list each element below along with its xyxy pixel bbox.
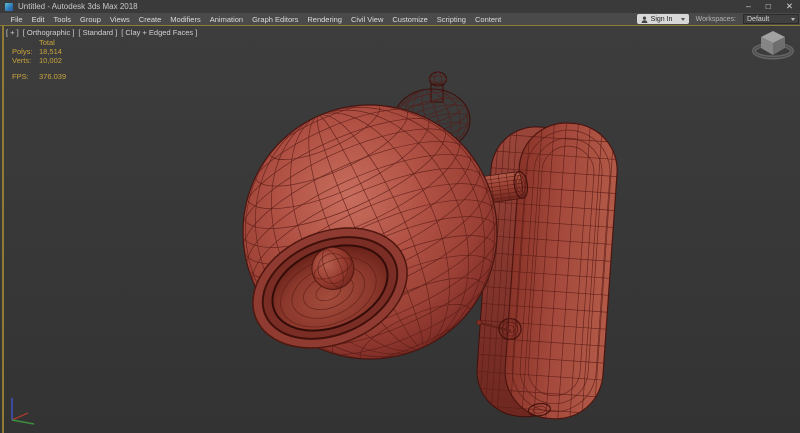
- viewcube[interactable]: [754, 31, 792, 58]
- menu-create[interactable]: Create: [134, 15, 166, 24]
- viewport-pov-menu[interactable]: [ Orthographic ]: [23, 28, 75, 37]
- chevron-down-icon: [791, 18, 795, 21]
- workspaces-label: Workspaces:: [696, 16, 736, 23]
- model-wall-plate: [472, 116, 623, 424]
- active-viewport-border: [2, 26, 4, 433]
- close-button[interactable]: ✕: [786, 0, 793, 13]
- chevron-down-icon: [681, 18, 685, 21]
- viewport-plus-menu[interactable]: [ + ]: [6, 28, 19, 37]
- menu-views[interactable]: Views: [105, 15, 134, 24]
- menu-edit[interactable]: Edit: [27, 15, 49, 24]
- viewport-standard-menu[interactable]: [ Standard ]: [78, 28, 117, 37]
- 3ds-max-app-icon: [5, 3, 13, 11]
- stats-polys-value: 18,514: [39, 47, 66, 56]
- sign-in-button[interactable]: Sign In: [637, 14, 689, 24]
- menu-graph-editors[interactable]: Graph Editors: [248, 15, 303, 24]
- menu-modifiers[interactable]: Modifiers: [166, 15, 205, 24]
- 3ds-max-window: Untitled - Autodesk 3ds Max 2018 – □ ✕ F…: [0, 0, 800, 433]
- menu-bar: File Edit Tools Group Views Create Modif…: [0, 13, 800, 25]
- viewport-label: [ + ] [ Orthographic ] [ Standard ] [ Cl…: [6, 28, 197, 37]
- menu-animation[interactable]: Animation: [205, 15, 247, 24]
- minimize-button[interactable]: –: [746, 0, 751, 13]
- menu-scripting[interactable]: Scripting: [432, 15, 470, 24]
- menu-content[interactable]: Content: [470, 15, 505, 24]
- maximize-button[interactable]: □: [766, 0, 771, 13]
- title-bar: Untitled - Autodesk 3ds Max 2018 – □ ✕: [0, 0, 800, 13]
- sign-in-label: Sign In: [651, 16, 673, 23]
- menu-civil-view[interactable]: Civil View: [346, 15, 387, 24]
- world-axis-tripod-icon: [12, 398, 34, 424]
- menu-rendering[interactable]: Rendering: [303, 15, 347, 24]
- workspace-dropdown[interactable]: Default: [743, 14, 799, 24]
- viewport-canvas[interactable]: [0, 26, 800, 433]
- stats-polys-label: Polys:: [12, 47, 39, 56]
- menu-file[interactable]: File: [6, 15, 27, 24]
- viewport[interactable]: [ + ] [ Orthographic ] [ Standard ] [ Cl…: [0, 25, 800, 433]
- person-icon: [641, 16, 648, 23]
- stats-verts-label: Verts:: [12, 56, 39, 65]
- statistics-overlay: Total Polys:18,514 Verts:10,002 FPS:376.…: [12, 38, 66, 81]
- stats-verts-value: 10,002: [39, 56, 66, 65]
- menu-customize[interactable]: Customize: [388, 15, 432, 24]
- menu-group[interactable]: Group: [76, 15, 106, 24]
- stats-total-label: Total: [39, 38, 66, 47]
- workspace-value: Default: [747, 16, 769, 23]
- stats-fps-label: FPS:: [12, 72, 39, 81]
- menu-items: File Edit Tools Group Views Create Modif…: [0, 15, 505, 24]
- stats-fps-value: 376.039: [39, 72, 66, 81]
- window-title: Untitled - Autodesk 3ds Max 2018: [18, 2, 138, 11]
- menu-tools[interactable]: Tools: [49, 15, 76, 24]
- viewport-shading-menu[interactable]: [ Clay + Edged Faces ]: [121, 28, 197, 37]
